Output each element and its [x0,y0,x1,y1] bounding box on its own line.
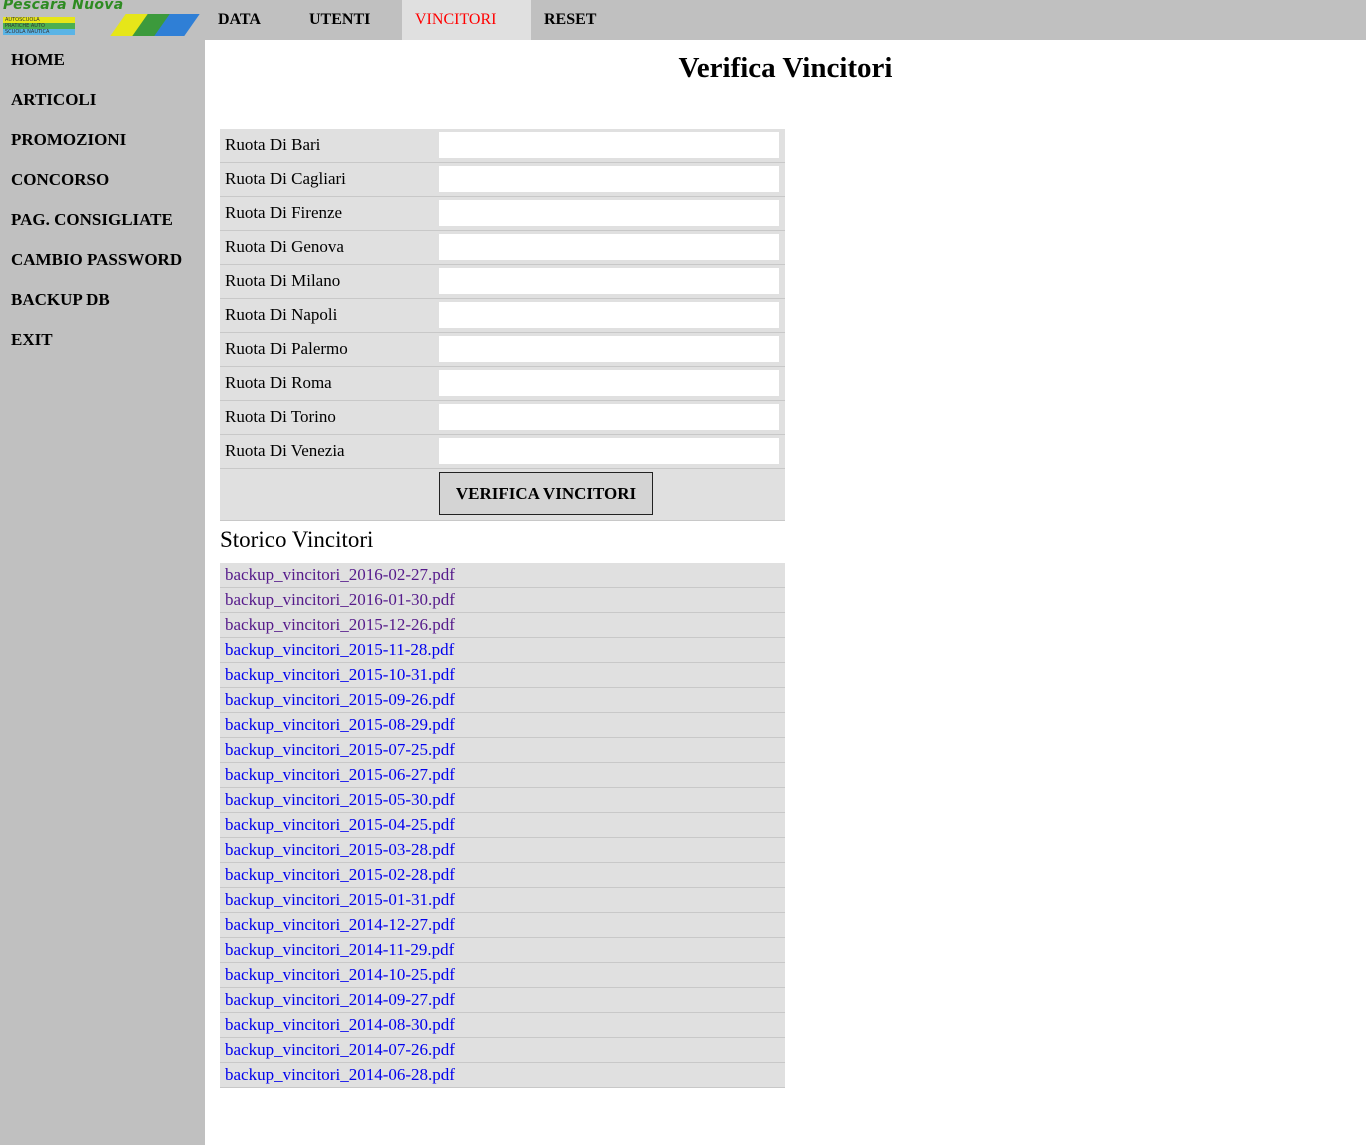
list-item: backup_vincitori_2016-02-27.pdf [220,563,785,588]
form-row-bari: Ruota Di Bari [220,129,785,163]
backup-file-link[interactable]: backup_vincitori_2014-06-28.pdf [225,1065,455,1084]
top-nav: DATA UTENTI VINCITORI RESET [205,0,621,40]
ruota-firenze-input[interactable] [439,200,779,226]
ruota-palermo-input[interactable] [439,336,779,362]
form-row-roma: Ruota Di Roma [220,367,785,401]
logo[interactable]: Pescara Nuova AUTOSCUOLA PRATICHE AUTO S… [0,0,205,40]
verifica-vincitori-button[interactable]: VERIFICA VINCITORI [439,472,653,515]
list-item: backup_vincitori_2015-06-27.pdf [220,763,785,788]
list-item: backup_vincitori_2015-02-28.pdf [220,863,785,888]
field-label: Ruota Di Venezia [225,441,345,460]
list-item: backup_vincitori_2015-10-31.pdf [220,663,785,688]
list-item: backup_vincitori_2015-08-29.pdf [220,713,785,738]
backup-file-link[interactable]: backup_vincitori_2015-11-28.pdf [225,640,454,659]
list-item: backup_vincitori_2015-11-28.pdf [220,638,785,663]
backup-file-link[interactable]: backup_vincitori_2015-09-26.pdf [225,690,455,709]
tab-vincitori[interactable]: VINCITORI [402,0,531,40]
sidebar-item-home[interactable]: HOME [0,40,205,80]
list-item: backup_vincitori_2015-04-25.pdf [220,813,785,838]
backup-file-link[interactable]: backup_vincitori_2014-10-25.pdf [225,965,455,984]
backup-file-link[interactable]: backup_vincitori_2014-12-27.pdf [225,915,455,934]
backup-file-link[interactable]: backup_vincitori_2014-08-30.pdf [225,1015,455,1034]
list-item: backup_vincitori_2014-06-28.pdf [220,1063,785,1088]
list-item: backup_vincitori_2014-08-30.pdf [220,1013,785,1038]
form-row-torino: Ruota Di Torino [220,401,785,435]
tab-reset[interactable]: RESET [531,0,621,40]
backup-file-link[interactable]: backup_vincitori_2015-01-31.pdf [225,890,455,909]
backup-file-link[interactable]: backup_vincitori_2015-08-29.pdf [225,715,455,734]
backup-file-link[interactable]: backup_vincitori_2016-02-27.pdf [225,565,455,584]
sidebar-item-pag-consigliate[interactable]: PAG. CONSIGLIATE [0,200,205,240]
backup-file-link[interactable]: backup_vincitori_2014-11-29.pdf [225,940,454,959]
field-label: Ruota Di Bari [225,135,321,154]
ruota-venezia-input[interactable] [439,438,779,464]
field-label: Ruota Di Roma [225,373,332,392]
form-row-napoli: Ruota Di Napoli [220,299,785,333]
tab-data[interactable]: DATA [205,0,296,40]
list-item: backup_vincitori_2015-01-31.pdf [220,888,785,913]
backup-file-link[interactable]: backup_vincitori_2015-03-28.pdf [225,840,455,859]
backup-file-link[interactable]: backup_vincitori_2015-07-25.pdf [225,740,455,759]
list-item: backup_vincitori_2014-12-27.pdf [220,913,785,938]
verifica-form: Ruota Di Bari Ruota Di Cagliari Ruota Di… [220,129,785,521]
field-label: Ruota Di Palermo [225,339,348,358]
backup-file-link[interactable]: backup_vincitori_2016-01-30.pdf [225,590,455,609]
ruota-cagliari-input[interactable] [439,166,779,192]
sidebar-item-exit[interactable]: EXIT [0,320,205,360]
main-content: Verifica Vincitori Ruota Di Bari Ruota D… [205,40,1366,1145]
history-list: backup_vincitori_2016-02-27.pdf backup_vi… [220,563,785,1088]
page-title: Verifica Vincitori [678,52,893,84]
sidebar-item-promozioni[interactable]: PROMOZIONI [0,120,205,160]
backup-file-link[interactable]: backup_vincitori_2015-02-28.pdf [225,865,455,884]
logo-title: Pescara Nuova [3,0,124,13]
list-item: backup_vincitori_2015-09-26.pdf [220,688,785,713]
field-label: Ruota Di Firenze [225,203,343,222]
ruota-roma-input[interactable] [439,370,779,396]
ruota-milano-input[interactable] [439,268,779,294]
backup-file-link[interactable]: backup_vincitori_2015-12-26.pdf [225,615,455,634]
top-bar: Pescara Nuova AUTOSCUOLA PRATICHE AUTO S… [0,0,1366,40]
backup-file-link[interactable]: backup_vincitori_2014-09-27.pdf [225,990,455,1009]
ruota-bari-input[interactable] [439,132,779,158]
list-item: backup_vincitori_2016-01-30.pdf [220,588,785,613]
ruota-torino-input[interactable] [439,404,779,430]
tab-utenti[interactable]: UTENTI [296,0,402,40]
backup-file-link[interactable]: backup_vincitori_2015-10-31.pdf [225,665,455,684]
list-item: backup_vincitori_2015-03-28.pdf [220,838,785,863]
logo-subtitle-3: SCUOLA NAUTICA [3,29,75,35]
sidebar-item-concorso[interactable]: CONCORSO [0,160,205,200]
ruota-napoli-input[interactable] [439,302,779,328]
list-item: backup_vincitori_2014-10-25.pdf [220,963,785,988]
list-item: backup_vincitori_2014-09-27.pdf [220,988,785,1013]
ruota-genova-input[interactable] [439,234,779,260]
backup-file-link[interactable]: backup_vincitori_2015-05-30.pdf [225,790,455,809]
sidebar-item-articoli[interactable]: ARTICOLI [0,80,205,120]
backup-file-link[interactable]: backup_vincitori_2014-07-26.pdf [225,1040,455,1059]
list-item: backup_vincitori_2014-11-29.pdf [220,938,785,963]
field-label: Ruota Di Genova [225,237,344,256]
form-row-genova: Ruota Di Genova [220,231,785,265]
field-label: Ruota Di Torino [225,407,336,426]
form-actions: VERIFICA VINCITORI [220,469,785,521]
sidebar: HOME ARTICOLI PROMOZIONI CONCORSO PAG. C… [0,40,205,1145]
form-row-cagliari: Ruota Di Cagliari [220,163,785,197]
form-row-venezia: Ruota Di Venezia [220,435,785,469]
field-label: Ruota Di Napoli [225,305,338,324]
list-item: backup_vincitori_2015-07-25.pdf [220,738,785,763]
history-title: Storico Vincitori [220,527,374,552]
list-item: backup_vincitori_2015-05-30.pdf [220,788,785,813]
list-item: backup_vincitori_2015-12-26.pdf [220,613,785,638]
backup-file-link[interactable]: backup_vincitori_2015-04-25.pdf [225,815,455,834]
sidebar-item-backup-db[interactable]: BACKUP DB [0,280,205,320]
form-row-firenze: Ruota Di Firenze [220,197,785,231]
form-row-palermo: Ruota Di Palermo [220,333,785,367]
field-label: Ruota Di Milano [225,271,341,290]
sidebar-item-cambio-password[interactable]: CAMBIO PASSWORD [0,240,205,280]
backup-file-link[interactable]: backup_vincitori_2015-06-27.pdf [225,765,455,784]
list-item: backup_vincitori_2014-07-26.pdf [220,1038,785,1063]
field-label: Ruota Di Cagliari [225,169,346,188]
form-row-milano: Ruota Di Milano [220,265,785,299]
